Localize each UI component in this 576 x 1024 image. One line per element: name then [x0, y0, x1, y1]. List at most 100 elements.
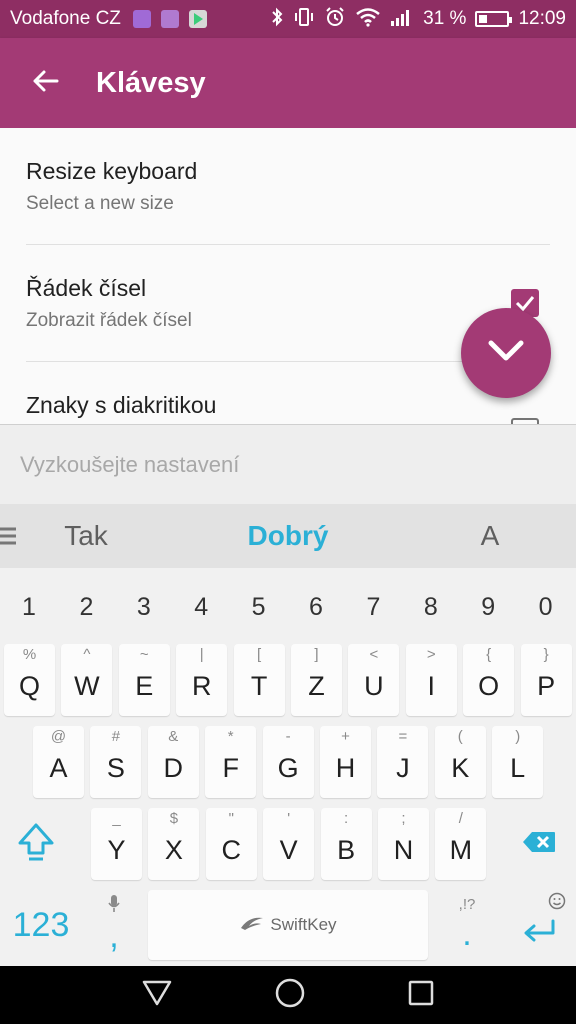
hide-keyboard-fab[interactable] [461, 308, 551, 398]
setting-title: Znaky s diakritikou [26, 392, 217, 418]
key-label: 7 [366, 592, 381, 621]
try-settings-input[interactable] [0, 425, 576, 504]
key-2[interactable]: 2 [59, 576, 113, 638]
recents-square-icon[interactable] [407, 979, 435, 1012]
setting-accented-characters[interactable]: Znaky s diakritikou [26, 392, 550, 419]
key-h[interactable]: + H [320, 726, 371, 798]
key-label: 6 [309, 592, 323, 621]
key-j[interactable]: = J [377, 726, 429, 798]
key-0[interactable]: 0 [519, 576, 573, 638]
back-button[interactable] [0, 38, 90, 128]
battery-icon [475, 11, 513, 27]
key-hint: > [426, 646, 436, 663]
keyboard: Tak Dobrý A 1 2 3 4 5 6 7 8 9 0% Q ^ W ~ E | R[T] Z < U > I{O… [0, 504, 576, 966]
key-g[interactable]: -G [262, 726, 314, 798]
key-p[interactable]: } P [520, 644, 572, 716]
key-label: K [451, 752, 470, 783]
enter-key[interactable] [506, 890, 572, 960]
page-title: Klávesy [96, 66, 206, 99]
key-a[interactable]: @ A [33, 726, 84, 798]
key-label: 2 [79, 592, 94, 621]
key-label: F [222, 752, 239, 783]
key-6[interactable]: 6 [289, 576, 343, 638]
vibrate-icon [293, 7, 315, 32]
key-9[interactable]: 9 [461, 576, 515, 638]
key-w[interactable]: ^ W [61, 644, 113, 716]
key-label: V [279, 834, 298, 865]
back-triangle-icon[interactable] [141, 979, 173, 1012]
key-hint: ; [401, 810, 406, 827]
key-label: 5 [251, 592, 266, 621]
suggestion-left[interactable]: Tak [26, 504, 146, 568]
wifi-icon [355, 7, 381, 32]
swiftkey-logo: SwiftKey [239, 914, 337, 937]
key-m[interactable]: / M [435, 808, 487, 880]
key-3[interactable]: 3 [117, 576, 171, 638]
key-8[interactable]: 8 [404, 576, 458, 638]
key-label: 4 [194, 592, 209, 621]
toolbar: Klávesy [0, 38, 576, 128]
key-b[interactable]: :B [320, 808, 372, 880]
key-hint: ^ [83, 646, 91, 663]
battery-percent: 31 % [423, 8, 467, 29]
keyboard-notification-icon [132, 10, 151, 28]
key-c[interactable]: " C [205, 808, 257, 880]
key-hint: - [285, 728, 291, 745]
key-k[interactable]: (K [434, 726, 486, 798]
key-hint: / [458, 810, 463, 827]
home-circle-icon[interactable] [274, 977, 306, 1014]
key-y[interactable]: _ Y [91, 808, 142, 880]
shift-key[interactable] [6, 808, 66, 880]
key-hint: [ [257, 646, 262, 663]
key-l[interactable]: ) L [492, 726, 544, 798]
key-n[interactable]: ; N [378, 808, 429, 880]
backspace-key[interactable] [508, 808, 570, 880]
key-d[interactable]: & D [147, 726, 199, 798]
key-label: Q [18, 670, 40, 701]
key-u[interactable]: < U [348, 644, 400, 716]
key-1[interactable]: 1 [2, 576, 56, 638]
key-7[interactable]: 7 [346, 576, 400, 638]
key-label: G [277, 752, 299, 783]
key-x[interactable]: $ X [148, 808, 200, 880]
space-bar[interactable]: SwiftKey [148, 890, 428, 960]
key-t[interactable]: [T [233, 644, 285, 716]
key-e[interactable]: ~ E [118, 644, 170, 716]
numbers-symbols-key[interactable]: 123 [0, 890, 82, 960]
key-r[interactable]: | R [176, 644, 228, 716]
setting-resize-keyboard[interactable]: Resize keyboard Select a new size [26, 158, 550, 215]
carrier-name: Vodafone CZ [10, 8, 121, 29]
comma-key[interactable]: , [84, 890, 144, 960]
key-label: D [163, 752, 184, 783]
key-o[interactable]: {O [463, 644, 515, 716]
smiley-icon [548, 892, 566, 915]
key-hint: _ [112, 810, 121, 827]
key-hint: ( [457, 728, 463, 745]
key-v[interactable]: ' V [263, 808, 315, 880]
menu-handle-icon[interactable] [0, 526, 18, 551]
key-hint: ) [515, 728, 521, 745]
key-s[interactable]: # S [90, 726, 142, 798]
suggestion-right[interactable]: A [430, 504, 550, 568]
swiftkey-bird-icon [239, 914, 265, 937]
alarm-icon [324, 6, 346, 33]
status-bar: Vodafone CZ 31 % 12:09 [0, 0, 576, 38]
key-label: P [537, 670, 556, 701]
key-hint: " [228, 810, 234, 827]
key-hint: ~ [139, 646, 149, 663]
key-hint: } [543, 646, 549, 663]
setting-title: Řádek čísel [26, 275, 147, 301]
setting-subtitle: Select a new size [26, 193, 174, 214]
key-f[interactable]: * F [205, 726, 257, 798]
key-label: 0 [538, 592, 553, 621]
period-key[interactable]: ,!? . [432, 890, 502, 960]
key-label: E [135, 670, 154, 701]
key-4[interactable]: 4 [174, 576, 228, 638]
shift-icon [17, 821, 55, 868]
key-hint: ] [314, 646, 319, 663]
key-i[interactable]: > I [405, 644, 457, 716]
key-z[interactable]: ] Z [291, 644, 342, 716]
suggestion-center[interactable]: Dobrý [198, 504, 378, 568]
key-5[interactable]: 5 [232, 576, 286, 638]
key-q[interactable]: % Q [4, 644, 55, 716]
